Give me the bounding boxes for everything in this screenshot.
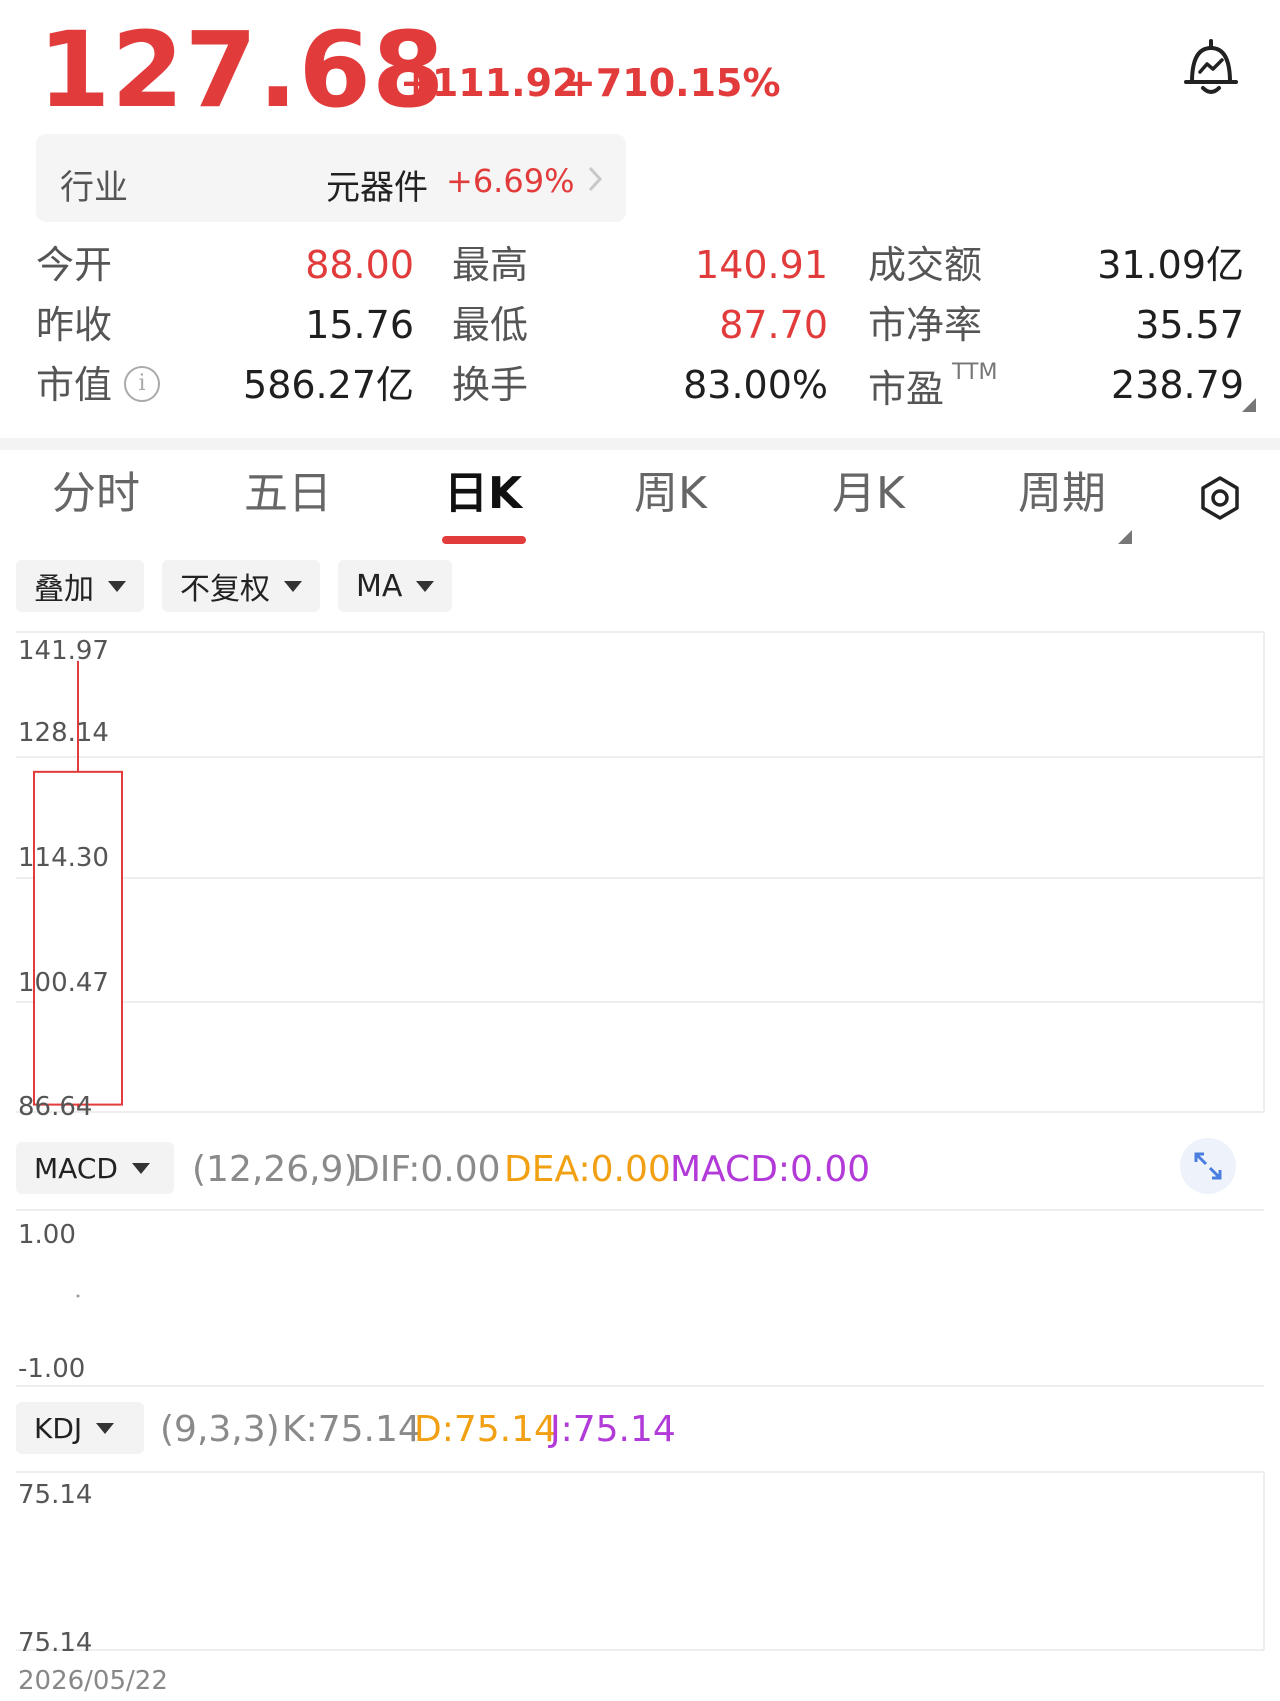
macd-dif: DIF:0.00 [352, 1149, 501, 1190]
overlay-dropdown-label: 叠加 [34, 572, 94, 607]
ma-dropdown-label: MA [356, 568, 403, 604]
tab-weekly-k[interactable]: 周K [634, 472, 707, 516]
prev-close-value: 15.76 [305, 303, 414, 347]
price-change-pct: +710.15% [564, 61, 781, 105]
high-label: 最高 [452, 243, 529, 287]
amount-label: 成交额 [868, 243, 983, 287]
kdj-dropdown-label: KDJ [34, 1411, 83, 1445]
kdj-axis-bottom: 75.14 [18, 1628, 93, 1658]
bell-alert-icon[interactable] [1178, 36, 1244, 102]
price-axis-label-1: 141.97 [18, 636, 109, 666]
low-value: 87.70 [719, 303, 828, 347]
caret-down-icon [284, 580, 302, 592]
kdj-j: J:75.14 [550, 1409, 676, 1450]
settings-icon[interactable] [1196, 474, 1244, 522]
price-axis-label-5: 86.64 [18, 1092, 93, 1122]
macd-dea: DEA:0.00 [504, 1149, 671, 1190]
date-label: 2026/05/22 [18, 1666, 168, 1696]
macd-value: MACD:0.00 [670, 1149, 871, 1190]
overlay-dropdown[interactable]: 叠加 [16, 560, 144, 612]
kdj-k: K:75.14 [282, 1409, 421, 1450]
industry-change-pct: +6.69% [446, 162, 575, 200]
chevron-right-icon [588, 166, 603, 192]
adjust-dropdown[interactable]: 不复权 [162, 560, 320, 612]
price-axis-label-2: 128.14 [18, 718, 109, 748]
price-axis-label-3: 114.30 [18, 843, 109, 873]
low-label: 最低 [452, 303, 529, 347]
pe-label: 市盈 [868, 367, 945, 411]
last-price: 127.68 [38, 9, 446, 131]
tab-five-day[interactable]: 五日 [244, 472, 332, 516]
expand-corner-icon[interactable] [1242, 398, 1256, 412]
adjust-dropdown-label: 不复权 [180, 572, 270, 607]
amount-value: 31.09亿 [1097, 243, 1244, 287]
kdj-axis-top: 75.14 [18, 1480, 93, 1510]
chart-gridlines [16, 631, 1265, 1651]
active-tab-indicator [442, 536, 526, 544]
macd-params: (12,26,9) [192, 1149, 358, 1190]
pe-ttm-superscript: TTM [952, 360, 998, 385]
macd-dropdown[interactable]: MACD [16, 1142, 174, 1194]
tab-intraday[interactable]: 分时 [52, 472, 140, 516]
tab-daily-k[interactable]: 日K [444, 472, 522, 516]
macd-axis-top: 1.00 [18, 1220, 76, 1250]
candle-body [33, 770, 123, 1106]
macd-point [76, 1294, 80, 1298]
info-icon[interactable]: i [124, 366, 160, 402]
industry-name: 元器件 [326, 168, 428, 208]
ma-dropdown[interactable]: MA [338, 560, 452, 612]
pb-label: 市净率 [868, 303, 983, 347]
caret-down-icon [96, 1422, 115, 1434]
prev-close-label: 昨收 [36, 303, 113, 347]
kdj-params: (9,3,3) [160, 1409, 280, 1450]
turnover-value: 83.00% [683, 363, 828, 407]
pe-value: 238.79 [1111, 363, 1244, 407]
industry-label: 行业 [60, 168, 128, 208]
macd-dropdown-label: MACD [34, 1151, 118, 1185]
tab-monthly-k[interactable]: 月K [832, 472, 905, 516]
macd-axis-bottom: -1.00 [18, 1354, 86, 1384]
market-cap-value: 586.27亿 [243, 363, 414, 407]
period-dropdown-indicator-icon [1118, 530, 1132, 544]
open-label: 今开 [36, 243, 113, 287]
price-axis-label-4: 100.47 [18, 968, 109, 998]
high-value: 140.91 [695, 243, 828, 287]
turnover-label: 换手 [452, 363, 529, 407]
tab-period[interactable]: 周期 [1018, 472, 1106, 516]
caret-down-icon [416, 580, 435, 592]
caret-down-icon [108, 580, 126, 592]
expand-icon[interactable] [1180, 1138, 1236, 1194]
pb-value: 35.57 [1135, 303, 1244, 347]
price-change: +111.92 [400, 61, 579, 105]
open-value: 88.00 [305, 243, 414, 287]
caret-down-icon [131, 1162, 150, 1174]
market-cap-label: 市值 [36, 363, 113, 407]
section-divider [0, 438, 1280, 450]
kdj-dropdown[interactable]: KDJ [16, 1402, 144, 1454]
kdj-d: D:75.14 [414, 1409, 557, 1450]
